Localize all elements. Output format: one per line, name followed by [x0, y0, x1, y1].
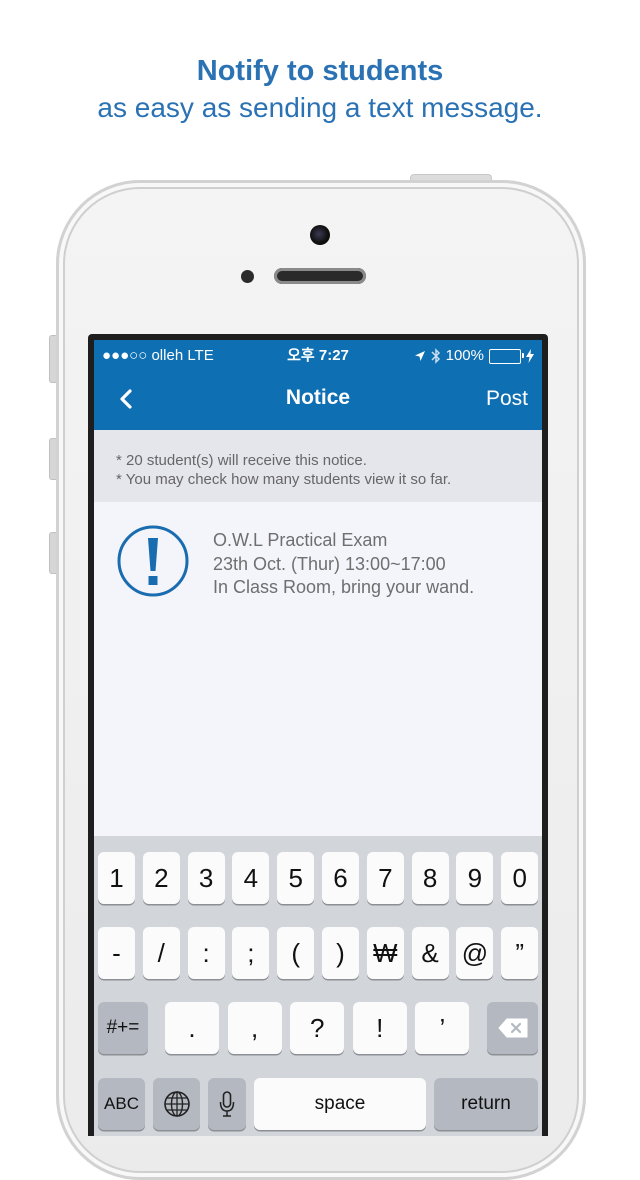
- key-symbol-2[interactable]: :: [187, 927, 225, 979]
- info-line-views: * You may check how many students view i…: [116, 471, 452, 488]
- exclamation-circle-icon: [117, 525, 189, 597]
- key-number-6[interactable]: 7: [366, 852, 404, 904]
- bluetooth-icon: [431, 348, 440, 364]
- delete-key[interactable]: [487, 1002, 538, 1054]
- notice-line-date: 23th Oct. (Thur) 13:00~17:00: [213, 553, 446, 574]
- key-number-1[interactable]: 2: [142, 852, 180, 904]
- notice-line-location: In Class Room, bring your wand.: [213, 577, 475, 597]
- notice-composer[interactable]: O.W.L Practical Exam 23th Oct. (Thur) 13…: [94, 502, 542, 836]
- notice-line-title: O.W.L Practical Exam: [213, 530, 388, 550]
- info-line-recipients: * 20 student(s) will receive this notice…: [116, 452, 367, 469]
- backspace-icon: [498, 1018, 527, 1038]
- battery-percent: 100%: [445, 347, 484, 364]
- key-punctuation-2[interactable]: ?: [290, 1002, 345, 1054]
- phone-display: ●●●○○ olleh LTE 오후 7:27 100% Notice Post…: [94, 340, 542, 1136]
- key-number-2[interactable]: 3: [187, 852, 225, 904]
- key-symbol-4[interactable]: (: [277, 927, 315, 979]
- dictation-key[interactable]: [208, 1078, 246, 1130]
- key-number-3[interactable]: 4: [232, 852, 270, 904]
- headline: Notify to students as easy as sending a …: [0, 52, 640, 126]
- key-symbol-1[interactable]: /: [142, 927, 180, 979]
- front-camera: [310, 225, 330, 245]
- key-symbol-3[interactable]: ;: [232, 927, 270, 979]
- key-symbol-7[interactable]: &: [411, 927, 449, 979]
- abc-key[interactable]: ABC: [98, 1078, 145, 1130]
- headline-subtitle: as easy as sending a text message.: [97, 92, 543, 123]
- earpiece-speaker: [274, 268, 366, 284]
- space-key[interactable]: space: [254, 1078, 426, 1130]
- page-title: Notice: [285, 386, 351, 409]
- recipient-info: * 20 student(s) will receive this notice…: [94, 430, 542, 502]
- key-number-9[interactable]: 0: [501, 852, 539, 904]
- key-number-8[interactable]: 9: [456, 852, 494, 904]
- post-button[interactable]: Post: [486, 387, 528, 411]
- notice-text[interactable]: O.W.L Practical Exam 23th Oct. (Thur) 13…: [213, 529, 474, 600]
- status-right: 100%: [414, 346, 534, 366]
- headline-title: Notify to students: [196, 55, 444, 87]
- return-key[interactable]: return: [434, 1078, 538, 1130]
- navigation-bar: ●●●○○ olleh LTE 오후 7:27 100% Notice Post: [94, 340, 542, 430]
- key-symbol-9[interactable]: ”: [501, 927, 539, 979]
- key-number-5[interactable]: 6: [322, 852, 359, 904]
- key-number-0[interactable]: 1: [98, 852, 135, 904]
- symbols-mode-key[interactable]: #+=: [98, 1002, 148, 1054]
- key-number-4[interactable]: 5: [277, 852, 315, 904]
- key-punctuation-0[interactable]: .: [165, 1002, 219, 1054]
- key-punctuation-4[interactable]: ’: [415, 1002, 470, 1054]
- key-punctuation-1[interactable]: ,: [227, 1002, 282, 1054]
- numeric-keyboard: 1234567890 - /:;() ₩ & @” #+= .,?!’ ABC spac…: [94, 836, 542, 1136]
- location-arrow-icon: [414, 351, 425, 361]
- globe-key[interactable]: [153, 1078, 200, 1130]
- microphone-icon: [219, 1091, 235, 1117]
- charging-bolt-icon: [526, 349, 534, 363]
- key-symbol-6[interactable]: ₩: [366, 927, 404, 979]
- key-symbol-5[interactable]: ): [322, 927, 359, 979]
- globe-icon: [163, 1091, 190, 1117]
- proximity-sensor: [241, 270, 254, 283]
- battery-icon: [489, 348, 524, 364]
- key-symbol-8[interactable]: @: [456, 927, 494, 979]
- key-symbol-0[interactable]: -: [98, 927, 135, 979]
- key-punctuation-3[interactable]: !: [352, 1002, 407, 1054]
- key-number-7[interactable]: 8: [411, 852, 449, 904]
